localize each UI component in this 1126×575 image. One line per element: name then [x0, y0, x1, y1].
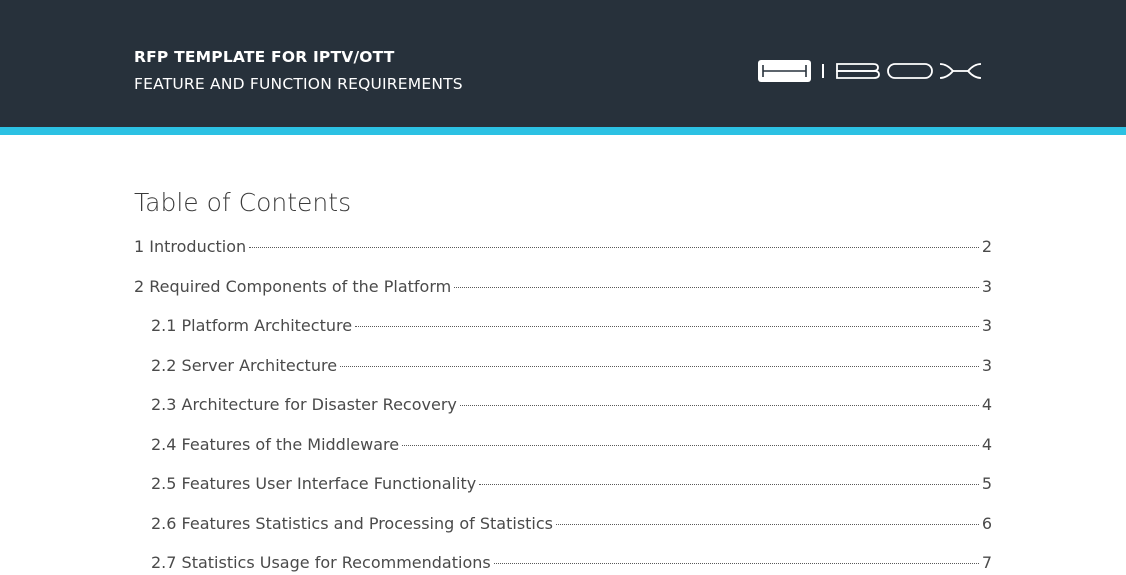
- toc-dot-leader: [493, 563, 979, 564]
- toc-dot-leader: [479, 484, 979, 485]
- toc-entry-label: 2.4 Features of the Middleware: [151, 435, 400, 454]
- toc-dot-leader: [402, 445, 979, 446]
- toc-dot-leader: [249, 247, 979, 248]
- document-title: RFP TEMPLATE FOR IPTV/OTT: [134, 48, 395, 66]
- toc-entry-required-components[interactable]: 2 Required Components of the Platform 3: [134, 277, 992, 299]
- document-header: RFP TEMPLATE FOR IPTV/OTT FEATURE AND FU…: [0, 0, 1126, 127]
- document-subtitle: FEATURE AND FUNCTION REQUIREMENTS: [134, 75, 463, 93]
- toc-dot-leader: [556, 524, 979, 525]
- toc-entry-platform-architecture[interactable]: 2.1 Platform Architecture 3: [151, 316, 992, 338]
- toc-entry-page: 3: [981, 316, 992, 335]
- toc-entry-label: 1 Introduction: [134, 237, 247, 256]
- toc-entry-statistics-processing[interactable]: 2.6 Features Statistics and Processing o…: [151, 514, 992, 536]
- toc-entry-page: 5: [981, 474, 992, 493]
- toc-entry-user-interface[interactable]: 2.5 Features User Interface Functionalit…: [151, 474, 992, 496]
- toc-entry-label: 2.5 Features User Interface Functionalit…: [151, 474, 477, 493]
- toc-entry-page: 2: [981, 237, 992, 256]
- toc-entry-introduction[interactable]: 1 Introduction 2: [134, 237, 992, 259]
- toc-dot-leader: [340, 366, 979, 367]
- toc-entry-disaster-recovery[interactable]: 2.3 Architecture for Disaster Recovery 4: [151, 395, 992, 417]
- toc-entry-page: 7: [981, 553, 992, 572]
- toc-entry-page: 4: [981, 395, 992, 414]
- toc-dot-leader: [355, 326, 979, 327]
- toc-dot-leader: [454, 287, 979, 288]
- toc-entry-server-architecture[interactable]: 2.2 Server Architecture 3: [151, 356, 992, 378]
- toc-entry-label: 2 Required Components of the Platform: [134, 277, 452, 296]
- hibox-logo: [758, 60, 982, 82]
- toc-entry-label: 2.1 Platform Architecture: [151, 316, 353, 335]
- toc-entry-label: 2.3 Architecture for Disaster Recovery: [151, 395, 457, 414]
- toc-entry-label: 2.6 Features Statistics and Processing o…: [151, 514, 553, 533]
- toc-entry-middleware-features[interactable]: 2.4 Features of the Middleware 4: [151, 435, 992, 457]
- toc-entry-page: 3: [981, 277, 992, 296]
- toc-entry-page: 4: [981, 435, 992, 454]
- toc-entry-statistics-recommendations[interactable]: 2.7 Statistics Usage for Recommendations…: [151, 553, 992, 575]
- toc-heading: Table of Contents: [134, 188, 352, 217]
- toc-entry-label: 2.2 Server Architecture: [151, 356, 338, 375]
- header-accent-stripe: [0, 127, 1126, 135]
- toc-entry-page: 6: [981, 514, 992, 533]
- toc-dot-leader: [459, 405, 979, 406]
- toc-entry-page: 3: [981, 356, 992, 375]
- toc-entry-label: 2.7 Statistics Usage for Recommendations: [151, 553, 491, 572]
